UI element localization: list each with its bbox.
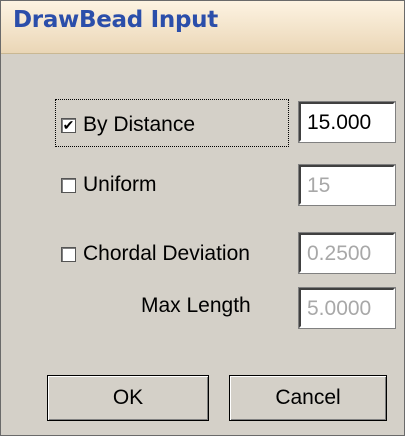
by-distance-label: By Distance: [83, 113, 196, 136]
drawbead-input-dialog: DrawBead Input ✔ By Distance 15.000 Unif…: [0, 0, 405, 436]
max-length-field[interactable]: 5.0000: [298, 287, 396, 329]
dialog-title: DrawBead Input: [13, 7, 218, 33]
chordal-deviation-checkbox[interactable]: [61, 246, 76, 262]
uniform-option[interactable]: Uniform: [61, 173, 157, 197]
by-distance-field[interactable]: 15.000: [298, 101, 396, 143]
uniform-field[interactable]: 15: [298, 164, 396, 206]
by-distance-checkbox[interactable]: ✔: [61, 117, 76, 133]
chordal-deviation-field[interactable]: 0.2500: [298, 232, 396, 274]
ok-button[interactable]: OK: [47, 375, 209, 421]
check-mark-icon: ✔: [62, 117, 75, 133]
title-bar[interactable]: DrawBead Input: [1, 1, 404, 54]
uniform-label: Uniform: [83, 173, 157, 196]
max-length-label: Max Length: [141, 294, 251, 317]
uniform-checkbox[interactable]: [61, 177, 76, 193]
chordal-deviation-label: Chordal Deviation: [83, 242, 250, 265]
cancel-button[interactable]: Cancel: [229, 375, 387, 421]
chordal-deviation-option[interactable]: Chordal Deviation: [61, 242, 250, 266]
by-distance-option[interactable]: ✔ By Distance: [61, 113, 195, 137]
